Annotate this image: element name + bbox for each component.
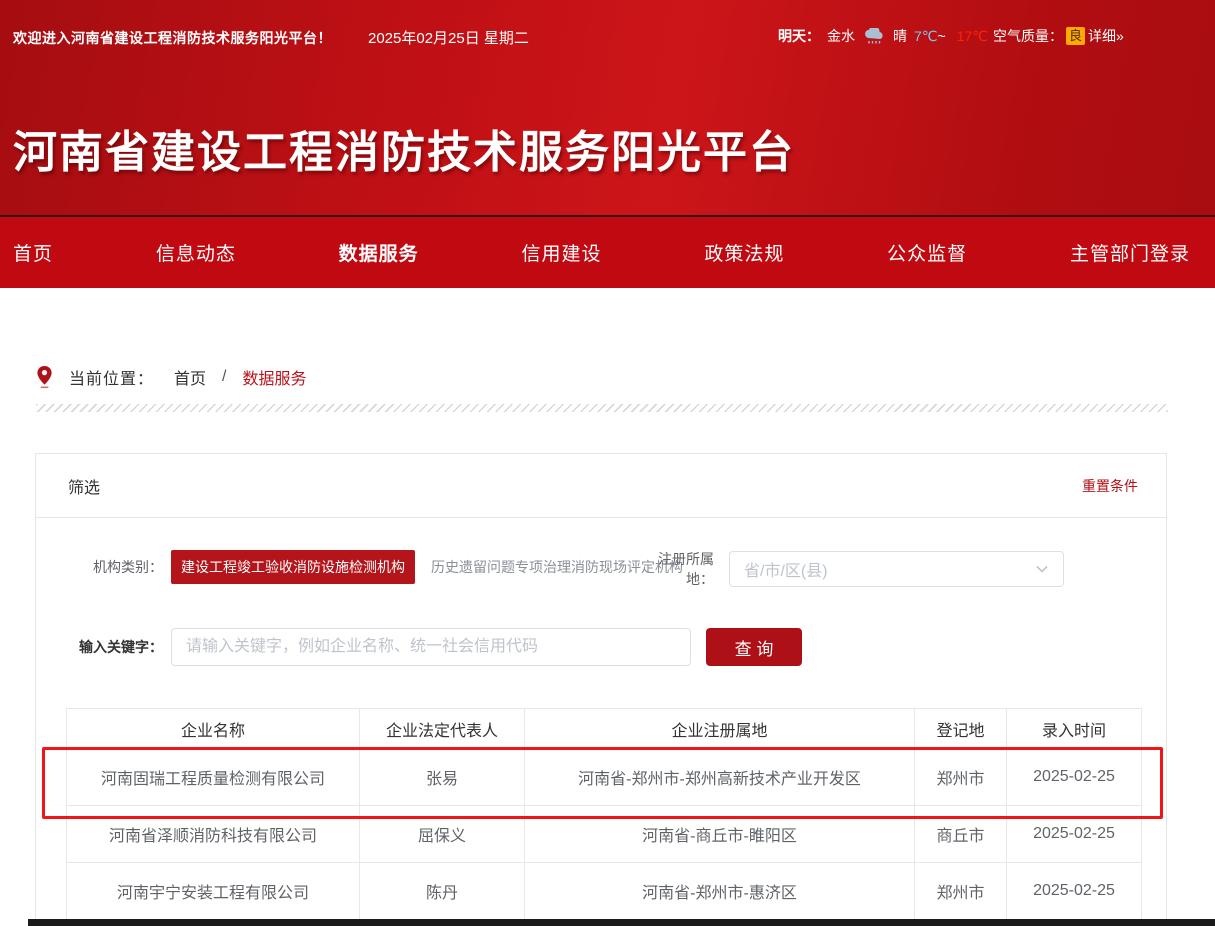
nav-item[interactable]: 信用建设 — [521, 239, 601, 266]
table-row: 河南宇宁安装工程有限公司陈丹河南省-郑州市-惠济区郑州市2025-02-25 — [67, 863, 1142, 920]
welcome-text: 欢迎进入河南省建设工程消防技术服务阳光平台！ — [13, 28, 332, 48]
breadcrumb: 当前位置： 首页 / 数据服务 — [36, 363, 307, 391]
results-table-wrap: 企业名称企业法定代表人企业注册属地登记地录入时间 河南固瑞工程质量检测有限公司张… — [66, 708, 1142, 920]
weather-district: 金水 — [827, 26, 855, 46]
tomorrow-label: 明天： — [778, 26, 820, 46]
keyword-input[interactable] — [171, 628, 691, 666]
table-row: 河南固瑞工程质量检测有限公司张易河南省-郑州市-郑州高新技术产业开发区郑州市20… — [67, 749, 1142, 806]
table-cell: 河南省-郑州市-郑州高新技术产业开发区 — [525, 749, 915, 806]
table-cell: 张易 — [360, 749, 525, 806]
region-select[interactable]: 省/市/区(县) — [729, 551, 1064, 587]
search-button[interactable]: 查 询 — [706, 628, 802, 666]
table-cell: 河南省-商丘市-睢阳区 — [525, 806, 915, 863]
weather-detail-link[interactable]: 详细» — [1088, 26, 1124, 46]
air-quality-badge: 良 — [1066, 27, 1085, 45]
org-type-options: 建设工程竣工验收消防设施检测机构历史遗留问题专项治理消防现场评定机构 — [171, 550, 693, 584]
location-pin-icon — [36, 365, 53, 389]
table-cell: 2025-02-25 — [1007, 863, 1142, 920]
nav-item[interactable]: 主管部门登录 — [1070, 239, 1190, 266]
table-cell: 陈丹 — [360, 863, 525, 920]
table-cell: 屈保义 — [360, 806, 525, 863]
table-row: 河南省泽顺消防科技有限公司屈保义河南省-商丘市-睢阳区商丘市2025-02-25 — [67, 806, 1142, 863]
org-type-label: 机构类别： — [36, 557, 163, 577]
table-cell: 2025-02-25 — [1007, 749, 1142, 806]
breadcrumb-separator: / — [222, 368, 226, 386]
table-body: 河南固瑞工程质量检测有限公司张易河南省-郑州市-郑州高新技术产业开发区郑州市20… — [67, 749, 1142, 920]
table-cell: 河南省泽顺消防科技有限公司 — [67, 806, 360, 863]
footer-bar — [28, 919, 1215, 926]
region-group: 注册所属地： 省/市/区(县) — [637, 549, 1064, 589]
filter-title: 筛选 — [68, 474, 100, 498]
nav-item[interactable]: 数据服务 — [339, 239, 419, 266]
air-quality-label: 空气质量： — [993, 26, 1063, 46]
chevron-down-icon — [1035, 562, 1049, 576]
org-type-row: 机构类别： 建设工程竣工验收消防设施检测机构历史遗留问题专项治理消防现场评定机构… — [36, 548, 1166, 586]
table-cell: 河南省-郑州市-惠济区 — [525, 863, 915, 920]
table-cell: 郑州市 — [915, 749, 1007, 806]
weather-condition: 晴 — [893, 26, 907, 46]
main-nav: 首页 信息动态 数据服务 信用建设 政策法规 公众监督 主管部门登录 — [0, 215, 1215, 288]
table-cell: 2025-02-25 — [1007, 806, 1142, 863]
temp-low: 7℃ — [914, 28, 938, 45]
keyword-row: 输入关键字： 查 询 — [36, 628, 1166, 666]
table-header-cell: 录入时间 — [1007, 709, 1142, 749]
temp-high: 17℃ — [957, 28, 988, 45]
table-header-cell: 登记地 — [915, 709, 1007, 749]
table-header-cell: 企业名称 — [67, 709, 360, 749]
breadcrumb-current[interactable]: 数据服务 — [242, 365, 306, 389]
date-text: 2025年02月25日 星期二 — [368, 27, 529, 48]
table-cell: 商丘市 — [915, 806, 1007, 863]
weather-widget: 明天： 金水 晴 7℃ ~ 17℃ 空气质 — [778, 26, 1124, 46]
reset-filters-link[interactable]: 重置条件 — [1082, 476, 1138, 496]
table-header-cell: 企业法定代表人 — [360, 709, 525, 749]
page: 欢迎进入河南省建设工程消防技术服务阳光平台！ 2025年02月25日 星期二 明… — [0, 0, 1215, 926]
nav-item[interactable]: 信息动态 — [156, 239, 236, 266]
nav-item[interactable]: 公众监督 — [887, 239, 967, 266]
results-table: 企业名称企业法定代表人企业注册属地登记地录入时间 河南固瑞工程质量检测有限公司张… — [66, 708, 1142, 920]
table-cell: 河南宇宁安装工程有限公司 — [67, 863, 360, 920]
table-cell: 河南固瑞工程质量检测有限公司 — [67, 749, 360, 806]
topbar: 欢迎进入河南省建设工程消防技术服务阳光平台！ 2025年02月25日 星期二 明… — [0, 0, 1215, 72]
table-header-cell: 企业注册属地 — [525, 709, 915, 749]
temp-tilde: ~ — [938, 28, 946, 45]
filter-panel-header: 筛选 重置条件 — [36, 454, 1166, 518]
filter-panel: 筛选 重置条件 机构类别： 建设工程竣工验收消防设施检测机构历史遗留问题专项治理… — [35, 453, 1167, 926]
breadcrumb-home-link[interactable]: 首页 — [174, 365, 206, 389]
site-title: 河南省建设工程消防技术服务阳光平台 — [13, 116, 795, 180]
keyword-label: 输入关键字： — [36, 637, 163, 657]
region-select-placeholder: 省/市/区(县) — [744, 557, 1035, 581]
org-type-option[interactable]: 建设工程竣工验收消防设施检测机构 — [171, 550, 415, 584]
region-label: 注册所属地： — [637, 549, 714, 589]
breadcrumb-label: 当前位置： — [69, 365, 154, 389]
slash-divider — [36, 404, 1168, 412]
cloud-rain-icon — [862, 28, 886, 45]
nav-item[interactable]: 政策法规 — [704, 239, 784, 266]
table-header-row: 企业名称企业法定代表人企业注册属地登记地录入时间 — [67, 709, 1142, 749]
nav-item[interactable]: 首页 — [13, 239, 53, 266]
table-cell: 郑州市 — [915, 863, 1007, 920]
header-banner: 欢迎进入河南省建设工程消防技术服务阳光平台！ 2025年02月25日 星期二 明… — [0, 0, 1215, 215]
